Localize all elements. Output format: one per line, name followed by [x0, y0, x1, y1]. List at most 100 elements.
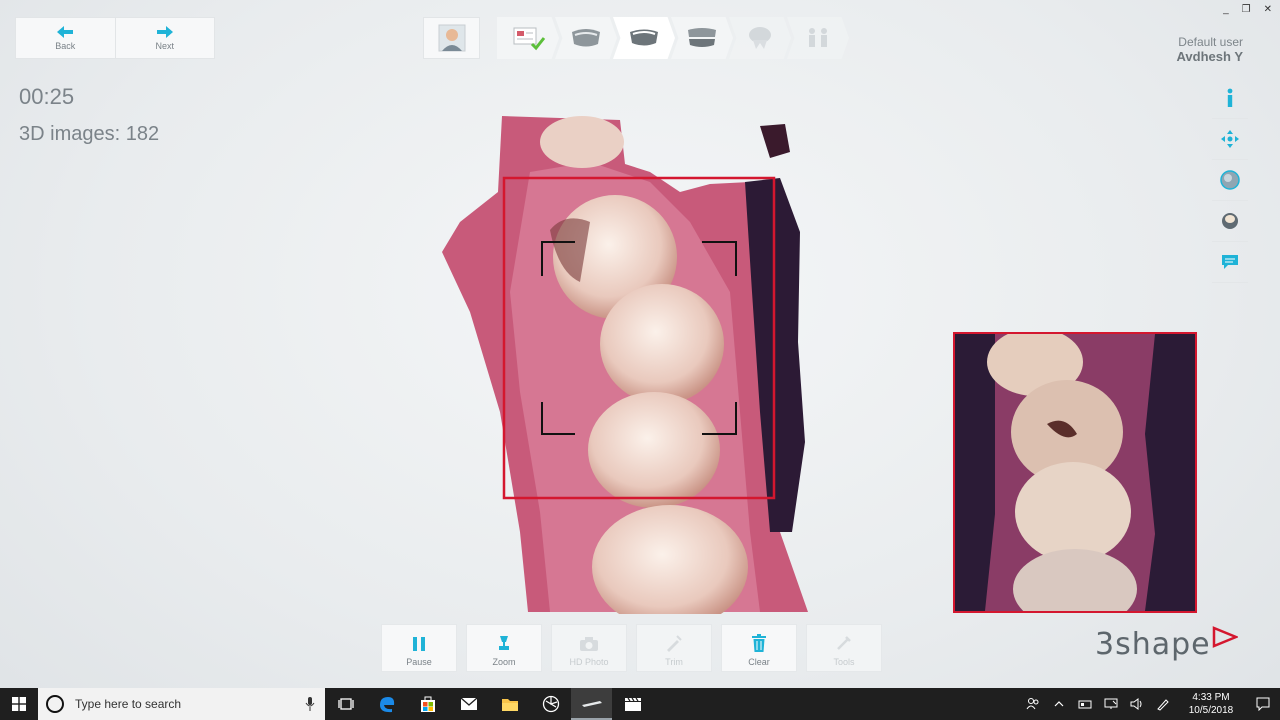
clear-button[interactable]: Clear: [721, 624, 797, 672]
arrow-left-icon: [57, 25, 74, 38]
edge-button[interactable]: [366, 688, 407, 720]
dental-scan-model: [442, 116, 808, 614]
nav-group: Back Next: [15, 17, 215, 59]
shade-button[interactable]: [1212, 160, 1248, 201]
tools-icon: [837, 636, 851, 650]
clapper-app-button[interactable]: [612, 688, 653, 720]
show-hidden-icons-button[interactable]: [1046, 701, 1072, 707]
minimize-button[interactable]: _: [1223, 4, 1229, 15]
chrome-app-button[interactable]: [530, 688, 571, 720]
chevron-up-icon: [1054, 701, 1064, 707]
windows-logo-icon: [12, 697, 26, 711]
workflow-steps: [497, 17, 849, 59]
step-send[interactable]: [787, 17, 849, 59]
action-center-button[interactable]: [1246, 697, 1280, 711]
patient-photo-button[interactable]: [423, 17, 480, 59]
volume-button[interactable]: [1124, 698, 1150, 710]
clapperboard-icon: [624, 697, 641, 711]
side-tools: [1212, 78, 1248, 283]
zoom-button[interactable]: Zoom: [466, 624, 542, 672]
order-form-check-icon: [513, 27, 546, 51]
network-button[interactable]: [1098, 698, 1124, 710]
zoom-label: Zoom: [492, 657, 516, 667]
hd-photo-button[interactable]: HD Photo: [551, 624, 627, 672]
trash-icon: [752, 634, 766, 652]
info-icon: [1227, 88, 1233, 107]
live-camera-image: [955, 334, 1195, 611]
pen-button[interactable]: [1150, 697, 1176, 711]
camera-icon: [580, 637, 598, 651]
scanner-wand-icon: [581, 701, 602, 707]
network-icon: [1104, 698, 1118, 709]
window-controls: _ ❐ ✕: [1223, 4, 1272, 15]
step-upper-jaw[interactable]: [555, 17, 617, 59]
info-button[interactable]: [1212, 78, 1248, 119]
scan-toolbar: Pause Zoom HD Photo Trim Clear Tools: [381, 624, 882, 672]
brand-logo: 3shape: [1095, 626, 1239, 662]
app-circle-icon: [542, 695, 559, 713]
taskbar-clock[interactable]: 4:33 PM 10/5/2018: [1176, 691, 1246, 717]
logo-text: 3shape: [1095, 627, 1211, 662]
tooth-icon: [749, 27, 771, 49]
send-to-lab-icon: [809, 28, 827, 47]
user-info: Default user Avdhesh Y: [1177, 35, 1243, 64]
system-tray: 4:33 PM 10/5/2018: [1020, 688, 1280, 720]
user-name: Avdhesh Y: [1176, 49, 1243, 64]
close-button[interactable]: ✕: [1264, 4, 1272, 15]
tools-label: Tools: [833, 657, 855, 667]
cortana-icon: [46, 695, 64, 713]
back-label: Back: [55, 40, 76, 51]
step-bite[interactable]: [671, 17, 733, 59]
people-icon: [1026, 698, 1039, 710]
step-order-form[interactable]: [497, 17, 559, 59]
clock-date: 10/5/2018: [1188, 705, 1234, 716]
pause-button[interactable]: Pause: [381, 624, 457, 672]
orientation-button[interactable]: [1212, 119, 1248, 160]
file-explorer-button[interactable]: [489, 688, 530, 720]
clear-label: Clear: [748, 657, 770, 667]
task-view-button[interactable]: [325, 688, 366, 720]
microphone-icon[interactable]: [305, 697, 315, 711]
trim-label: Trim: [665, 657, 683, 667]
bite-icon: [688, 28, 716, 47]
scanner-app-button[interactable]: [571, 688, 612, 720]
notification-icon: [1256, 697, 1270, 711]
logo-triangle-icon: [1212, 626, 1239, 648]
color-sphere-icon: [1220, 170, 1240, 190]
people-button[interactable]: [1020, 697, 1046, 711]
pause-icon: [413, 637, 425, 651]
os-taskbar: Type here to search 4:33 PM 10/5/2018: [0, 688, 1280, 720]
step-post-processing[interactable]: [729, 17, 791, 59]
store-icon: [420, 696, 435, 712]
network-drive-button[interactable]: [1072, 699, 1098, 709]
speaker-icon: [1130, 698, 1142, 710]
next-button[interactable]: Next: [114, 18, 215, 58]
store-button[interactable]: [407, 688, 448, 720]
maximize-button[interactable]: ❐: [1242, 4, 1251, 15]
task-view-icon: [337, 698, 354, 710]
back-button[interactable]: Back: [16, 18, 115, 58]
tooth-view-button[interactable]: [1212, 201, 1248, 242]
step-lower-jaw[interactable]: [613, 17, 675, 59]
mail-button[interactable]: [448, 688, 489, 720]
scan-timer: 00:25: [19, 84, 75, 109]
patient-avatar-icon: [438, 24, 465, 52]
scan-viewport[interactable]: [440, 112, 820, 614]
next-label: Next: [155, 40, 174, 51]
start-button[interactable]: [0, 688, 38, 720]
pen-icon: [1157, 699, 1169, 711]
arrow-right-icon: [156, 25, 173, 38]
folder-icon: [501, 699, 518, 711]
pause-label: Pause: [406, 657, 432, 667]
tooth-view-icon: [1222, 213, 1238, 229]
tools-button[interactable]: Tools: [806, 624, 882, 672]
taskbar-search[interactable]: Type here to search: [38, 688, 325, 720]
user-role: Default user: [1178, 35, 1243, 49]
workflow-bar: [423, 17, 849, 59]
move-arrows-icon: [1221, 130, 1239, 148]
comment-icon: [1222, 255, 1238, 269]
hd-photo-label: HD Photo: [569, 657, 609, 667]
search-placeholder: Type here to search: [75, 697, 182, 711]
trim-button[interactable]: Trim: [636, 624, 712, 672]
comments-button[interactable]: [1212, 242, 1248, 283]
